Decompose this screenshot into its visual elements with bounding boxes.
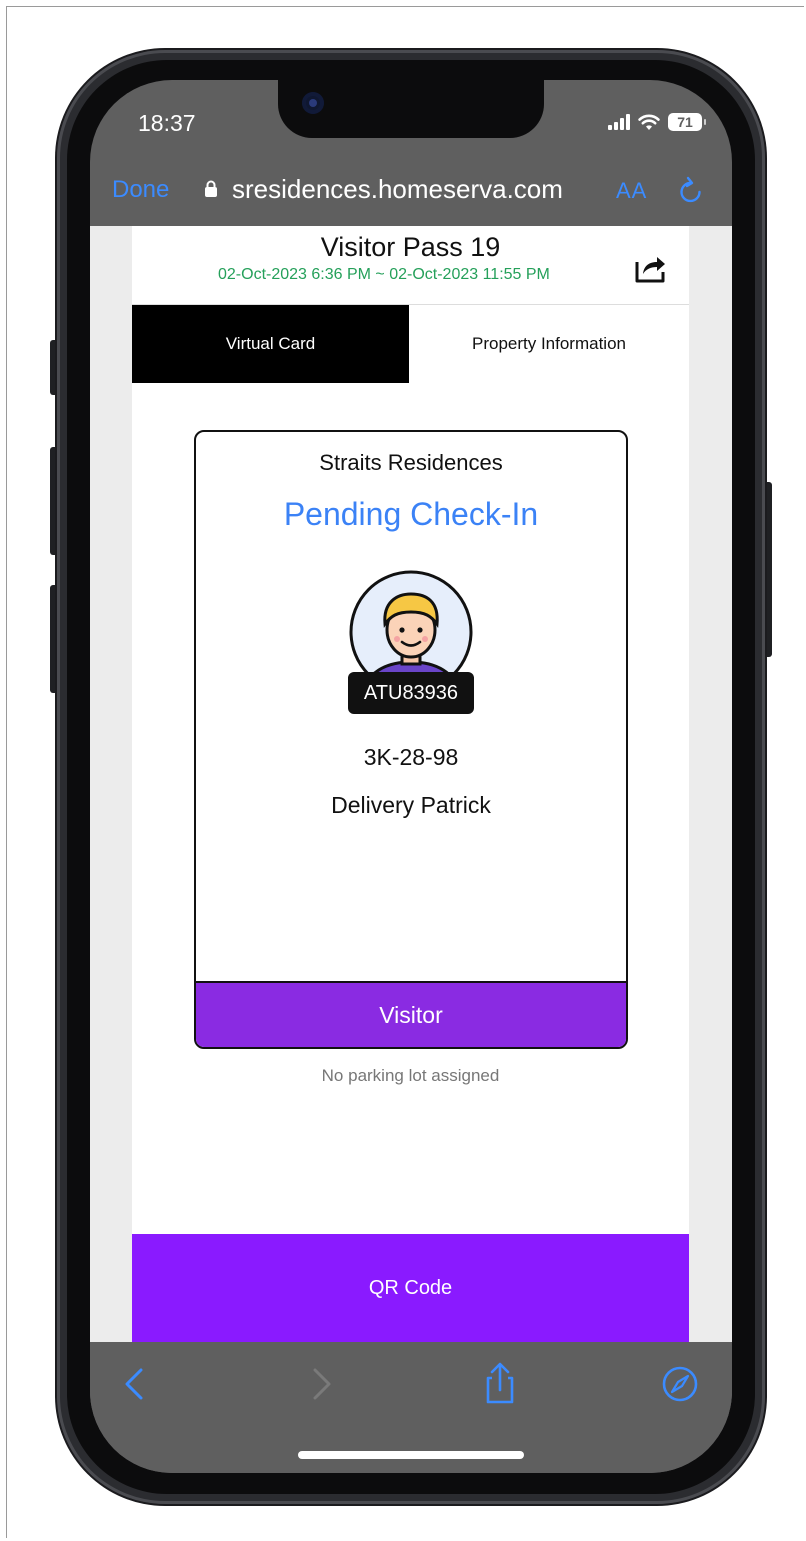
unit-number: 3K-28-98 [363,744,459,770]
url-address[interactable]: sresidences.homeserva.com [232,174,563,205]
virtual-card: Straits Residences Pending Check-In ATU8… [194,430,628,1049]
compass-icon[interactable] [658,1362,702,1406]
web-content: Visitor Pass 19 02-Oct-2023 6:36 PM ~ 02… [90,226,732,1342]
forward-icon [313,1368,331,1400]
share-icon[interactable] [632,250,668,286]
home-indicator [298,1451,524,1459]
pass-header: Visitor Pass 19 02-Oct-2023 6:36 PM ~ 02… [132,226,689,304]
page-title: Visitor Pass 19 [320,232,501,262]
text-size-button[interactable]: AA [616,178,647,204]
visitor-name: Delivery Patrick [331,792,491,818]
visitor-pass-page: Visitor Pass 19 02-Oct-2023 6:36 PM ~ 02… [132,226,689,1342]
done-button[interactable]: Done [112,176,169,204]
wifi-icon [638,114,660,130]
visitor-code-badge: ATU83936 [348,672,474,714]
check-in-status: Pending Check-In [283,496,539,532]
qr-code-button[interactable]: QR Code [132,1234,689,1342]
signal-icon [608,114,630,130]
tab-property-information[interactable]: Property Information [409,305,689,383]
lock-icon [205,180,217,197]
property-name: Straits Residences [319,450,503,475]
phone-screen: 18:37 71 Done sresidences.homeserva.com … [90,80,732,1473]
status-icons: 71 [608,111,706,133]
text-size-label: AA [616,178,648,203]
back-icon[interactable] [114,1362,158,1406]
share-sheet-icon[interactable] [478,1362,522,1406]
reload-icon[interactable] [676,172,706,208]
notch [278,80,544,138]
safari-url-bar: Done sresidences.homeserva.com AA [90,166,732,226]
visitor-type-band: Visitor [196,981,626,1047]
pass-tabs: Virtual Card Property Information [132,304,689,383]
tab-virtual-card[interactable]: Virtual Card [132,305,409,383]
status-time: 18:37 [138,110,196,136]
camera-icon [302,92,324,114]
power-button [764,482,772,657]
pass-validity: 02-Oct-2023 6:36 PM ~ 02-Oct-2023 11:55 … [218,266,550,283]
battery-indicator: 71 [668,113,706,131]
parking-note: No parking lot assigned [321,1066,500,1085]
